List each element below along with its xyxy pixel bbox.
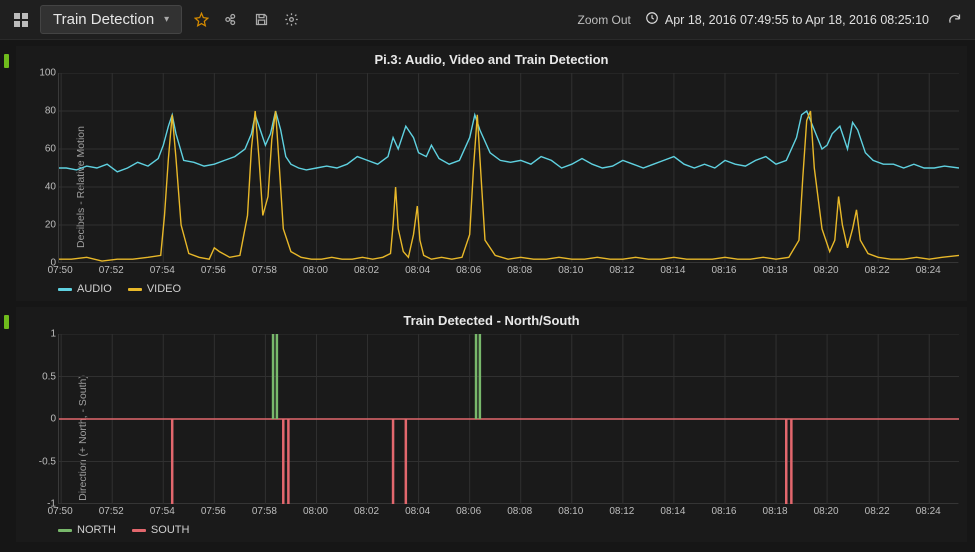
legend-south-label: SOUTH xyxy=(151,524,190,536)
legend-north-label: NORTH xyxy=(77,524,116,536)
panel-accent-stripe xyxy=(4,315,9,329)
panel-audio-video: Pi.3: Audio, Video and Train Detection D… xyxy=(0,46,975,301)
chart2-xaxis: 07:5007:5207:5407:5607:5808:0008:0208:04… xyxy=(58,504,957,520)
chevron-down-icon: ▾ xyxy=(164,14,169,25)
toolbar-right: Zoom Out Apr 18, 2016 07:49:55 to Apr 18… xyxy=(578,9,965,31)
swatch-north xyxy=(58,529,72,532)
star-icon[interactable] xyxy=(190,9,212,31)
chart1-area[interactable]: Decibels - Relative Motion 020406080100 … xyxy=(58,73,957,301)
chart1-legend: AUDIO VIDEO xyxy=(58,279,957,301)
grid-icon[interactable] xyxy=(10,9,32,31)
legend-north[interactable]: NORTH xyxy=(58,524,116,536)
swatch-video xyxy=(128,288,142,291)
legend-video-label: VIDEO xyxy=(147,283,181,295)
dashboard-picker-button[interactable]: Train Detection ▾ xyxy=(40,5,182,34)
legend-video[interactable]: VIDEO xyxy=(128,283,181,295)
top-toolbar: Train Detection ▾ Zoom Out Apr 18, 2016 … xyxy=(0,0,975,40)
timerange-picker[interactable]: Apr 18, 2016 07:49:55 to Apr 18, 2016 08… xyxy=(645,11,929,28)
refresh-icon[interactable] xyxy=(943,9,965,31)
chart2-legend: NORTH SOUTH xyxy=(58,520,957,542)
panel-train-detected: Train Detected - North/South Direction (… xyxy=(0,307,975,542)
toolbar-left: Train Detection ▾ xyxy=(10,5,570,34)
legend-audio[interactable]: AUDIO xyxy=(58,283,112,295)
panel1-title: Pi.3: Audio, Video and Train Detection xyxy=(16,46,967,69)
chart1-xaxis: 07:5007:5207:5407:5607:5808:0008:0208:04… xyxy=(58,263,957,279)
chart1-plot xyxy=(58,73,958,263)
legend-south[interactable]: SOUTH xyxy=(132,524,190,536)
panel2-title: Train Detected - North/South xyxy=(16,307,967,330)
save-icon[interactable] xyxy=(250,9,272,31)
clock-icon xyxy=(645,11,659,28)
legend-audio-label: AUDIO xyxy=(77,283,112,295)
swatch-audio xyxy=(58,288,72,291)
timerange-text: Apr 18, 2016 07:49:55 to Apr 18, 2016 08… xyxy=(665,13,929,27)
swatch-south xyxy=(132,529,146,532)
chart2-area[interactable]: Direction (+ North, - South) -1-0.500.51… xyxy=(58,334,957,542)
zoom-out-button[interactable]: Zoom Out xyxy=(578,13,631,27)
dashboard-title: Train Detection xyxy=(53,11,154,28)
chart2-plot xyxy=(58,334,958,504)
gear-icon[interactable] xyxy=(280,9,302,31)
share-icon[interactable] xyxy=(220,9,242,31)
panel-accent-stripe xyxy=(4,54,9,68)
